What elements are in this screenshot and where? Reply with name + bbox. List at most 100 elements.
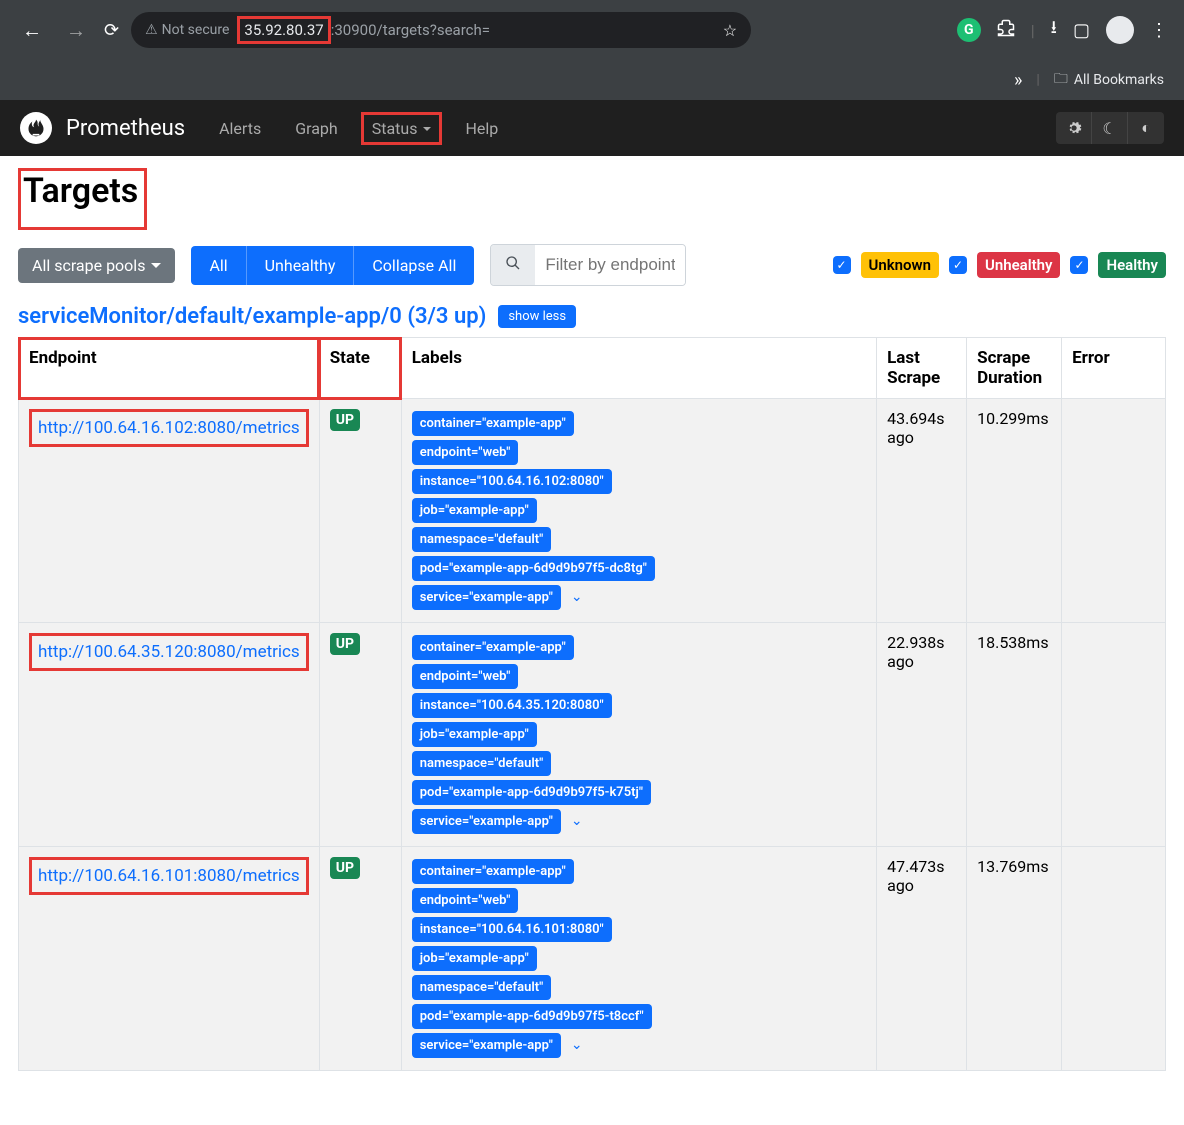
col-endpoint: Endpoint — [19, 338, 320, 399]
label-pill: pod="example-app-6d9d9b97f5-dc8tg" — [412, 556, 655, 581]
col-last-scrape: Last Scrape — [877, 338, 967, 399]
collapse-all-button[interactable]: Collapse All — [353, 246, 474, 285]
chrome-menu-icon[interactable]: ⋮ — [1150, 20, 1168, 41]
col-state: State — [319, 338, 401, 399]
page-title: Targets — [23, 171, 138, 211]
url-path: targets?search= — [383, 21, 490, 39]
reload-button[interactable]: ⟳ — [104, 20, 119, 41]
contrast-icon[interactable]: ◐ — [1128, 112, 1164, 144]
legend-unknown: Unknown — [861, 252, 939, 278]
state-badge: UP — [330, 633, 360, 655]
endpoint-link[interactable]: http://100.64.16.102:8080/metrics — [38, 418, 300, 438]
targets-table: Endpoint State Labels Last Scrape Scrape… — [18, 337, 1166, 1071]
browser-toolbar: ← → ⟳ ⚠ Not secure 35.92.80.37:30900/tar… — [0, 0, 1184, 60]
filter-all-button[interactable]: All — [191, 246, 245, 285]
filter-search — [490, 244, 686, 286]
nav-graph[interactable]: Graph — [285, 113, 348, 144]
label-pill: container="example-app" — [412, 635, 574, 660]
brand-label[interactable]: Prometheus — [66, 116, 185, 141]
labels-cell: container="example-app" endpoint="web" ins… — [401, 399, 876, 623]
error-cell — [1062, 847, 1166, 1071]
forward-button[interactable]: → — [60, 12, 92, 49]
url-text: 35.92.80.37:30900/targets?search= — [237, 16, 490, 44]
label-pill: namespace="default" — [412, 751, 552, 776]
label-pill: pod="example-app-6d9d9b97f5-k75tj" — [412, 780, 651, 805]
last-scrape-cell: 43.694s ago — [877, 399, 967, 623]
error-cell — [1062, 399, 1166, 623]
label-pill: pod="example-app-6d9d9b97f5-t8ccf" — [412, 1004, 652, 1029]
label-pill: instance="100.64.35.120:8080" — [412, 693, 612, 718]
label-pill: endpoint="web" — [412, 888, 519, 913]
panel-icon[interactable]: ▢ — [1073, 20, 1090, 41]
nav-alerts[interactable]: Alerts — [209, 113, 271, 144]
legend-healthy: Healthy — [1098, 252, 1166, 278]
scrape-duration-cell: 18.538ms — [967, 623, 1062, 847]
download-icon[interactable]: ⭳ — [1051, 15, 1057, 45]
check-healthy[interactable]: ✓ — [1070, 256, 1088, 274]
show-less-button[interactable]: show less — [498, 305, 576, 328]
all-bookmarks-link[interactable]: 🗀 All Bookmarks — [1054, 68, 1164, 92]
last-scrape-cell: 47.473s ago — [877, 847, 967, 1071]
endpoint-link[interactable]: http://100.64.35.120:8080/metrics — [38, 642, 300, 662]
col-scrape-duration: Scrape Duration — [967, 338, 1062, 399]
nav-help[interactable]: Help — [455, 113, 508, 144]
chevron-down-icon[interactable]: ⌄ — [571, 1037, 583, 1053]
all-bookmarks-label: All Bookmarks — [1074, 72, 1164, 88]
state-badge: UP — [330, 857, 360, 879]
error-cell — [1062, 623, 1166, 847]
address-bar[interactable]: ⚠ Not secure 35.92.80.37:30900/targets?s… — [131, 12, 751, 48]
url-port: :30900/ — [331, 21, 383, 39]
nav-status[interactable]: Status — [362, 113, 442, 144]
labels-cell: container="example-app" endpoint="web" ins… — [401, 847, 876, 1071]
prometheus-logo-icon[interactable] — [20, 112, 52, 144]
filter-button-group: All Unhealthy Collapse All — [191, 246, 474, 285]
label-pill: namespace="default" — [412, 975, 552, 1000]
bookmarks-bar: » | 🗀 All Bookmarks — [0, 60, 1184, 100]
label-pill: namespace="default" — [412, 527, 552, 552]
bookmark-star-icon[interactable]: ☆ — [723, 21, 737, 40]
not-secure-label: Not secure — [162, 22, 230, 38]
label-pill: instance="100.64.16.102:8080" — [412, 469, 612, 494]
dark-mode-icon[interactable]: ☾ — [1092, 112, 1128, 144]
scrape-pool-selector[interactable]: All scrape pools — [18, 248, 175, 283]
label-pill: container="example-app" — [412, 411, 574, 436]
label-pill: instance="100.64.16.101:8080" — [412, 917, 612, 942]
controls-row: All scrape pools All Unhealthy Collapse … — [18, 244, 1166, 286]
table-row: http://100.64.16.101:8080/metrics UP con… — [19, 847, 1166, 1071]
check-unhealthy[interactable]: ✓ — [949, 256, 967, 274]
search-icon — [491, 245, 535, 285]
chevron-down-icon[interactable]: ⌄ — [571, 589, 583, 605]
extension-grammarly-icon[interactable]: G — [957, 18, 981, 42]
bookmarks-overflow-icon[interactable]: » — [1014, 70, 1022, 91]
prometheus-navbar: Prometheus Alerts Graph Status Help ☾ ◐ — [0, 100, 1184, 156]
label-pill: container="example-app" — [412, 859, 574, 884]
label-pill: job="example-app" — [412, 498, 537, 523]
pool-header: serviceMonitor/default/example-app/0 (3/… — [18, 304, 1166, 329]
filter-input[interactable] — [535, 245, 685, 285]
back-button[interactable]: ← — [16, 12, 48, 49]
settings-icon[interactable] — [1056, 112, 1092, 144]
table-row: http://100.64.16.102:8080/metrics UP con… — [19, 399, 1166, 623]
table-row: http://100.64.35.120:8080/metrics UP con… — [19, 623, 1166, 847]
extensions-icon[interactable] — [997, 19, 1015, 42]
label-pill: job="example-app" — [412, 722, 537, 747]
scrape-duration-cell: 13.769ms — [967, 847, 1062, 1071]
scrape-pool-selector-label: All scrape pools — [32, 256, 145, 275]
pool-name-link[interactable]: serviceMonitor/default/example-app/0 (3/… — [18, 304, 486, 329]
folder-icon: 🗀 — [1054, 68, 1068, 92]
state-badge: UP — [330, 409, 360, 431]
scrape-duration-cell: 10.299ms — [967, 399, 1062, 623]
not-secure-chip[interactable]: ⚠ Not secure — [145, 22, 229, 38]
label-pill: service="example-app" — [412, 809, 561, 834]
label-pill: service="example-app" — [412, 585, 561, 610]
label-pill: service="example-app" — [412, 1033, 561, 1058]
warning-icon: ⚠ — [145, 22, 158, 38]
check-unknown[interactable]: ✓ — [833, 256, 851, 274]
status-legend: ✓ Unknown ✓ Unhealthy ✓ Healthy — [833, 252, 1166, 278]
endpoint-link[interactable]: http://100.64.16.101:8080/metrics — [38, 866, 300, 886]
filter-unhealthy-button[interactable]: Unhealthy — [246, 246, 354, 285]
label-pill: endpoint="web" — [412, 440, 519, 465]
chevron-down-icon[interactable]: ⌄ — [571, 813, 583, 829]
label-pill: endpoint="web" — [412, 664, 519, 689]
profile-avatar[interactable] — [1106, 16, 1134, 44]
